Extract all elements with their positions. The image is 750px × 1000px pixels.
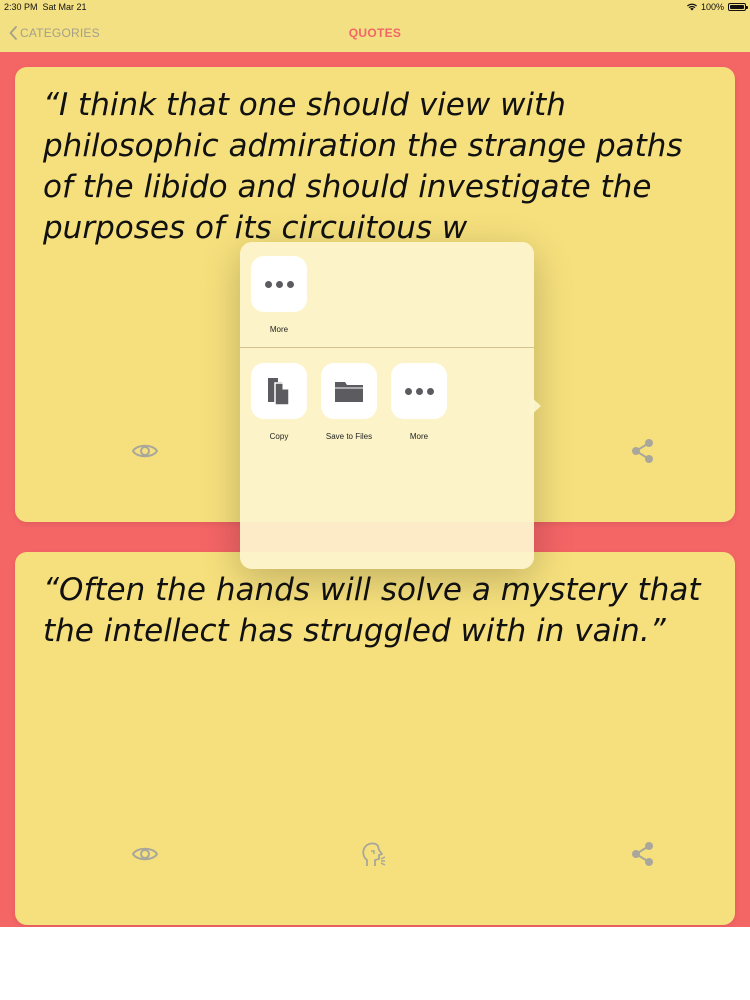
eye-icon[interactable] [131,840,159,868]
action-label: More [269,325,289,334]
divider [240,347,534,348]
action-label: Save to Files [325,432,373,441]
quote-text: “Often the hands will solve a mystery th… [43,572,701,649]
battery-icon [728,3,748,11]
action-tile [321,363,377,419]
speak-icon[interactable] [359,840,387,868]
dots-icon [264,280,294,288]
share-icon[interactable] [629,840,657,868]
quote-card[interactable]: “Often the hands will solve a mystery th… [15,552,735,925]
action-label: More [409,432,429,441]
status-bar: 2:30 PM Sat Mar 21 100% [0,0,750,14]
copy-icon [268,378,290,406]
eye-icon[interactable] [131,437,159,465]
popover-arrow [530,396,541,416]
quote-text: “I think that one should view with philo… [43,87,683,246]
action-label: Copy [269,432,289,441]
wifi-icon [686,3,697,11]
action-tile [391,363,447,419]
bottom-area [0,927,750,1000]
share-sheet-popover: More Copy Save to Files More [240,242,534,569]
share-icon[interactable] [629,437,657,465]
action-tile [251,363,307,419]
status-date-text: Sat Mar 21 [42,2,87,12]
status-time: 2:30 PM Sat Mar 21 [4,2,87,12]
navigation-bar: 2:30 PM Sat Mar 21 100% CATEGORIES QUOTE… [0,0,750,52]
page-title: QUOTES [348,26,402,40]
action-tile [251,256,307,312]
folder-icon [335,382,363,402]
more-action-button[interactable]: More [384,363,454,441]
dots-icon [404,387,434,395]
save-to-files-action-button[interactable]: Save to Files [314,363,384,441]
status-time-text: 2:30 PM [4,2,38,12]
copy-action-button[interactable]: Copy [244,363,314,441]
more-action-button[interactable]: More [244,256,314,334]
status-right: 100% [686,2,724,12]
battery-percent: 100% [700,2,724,12]
